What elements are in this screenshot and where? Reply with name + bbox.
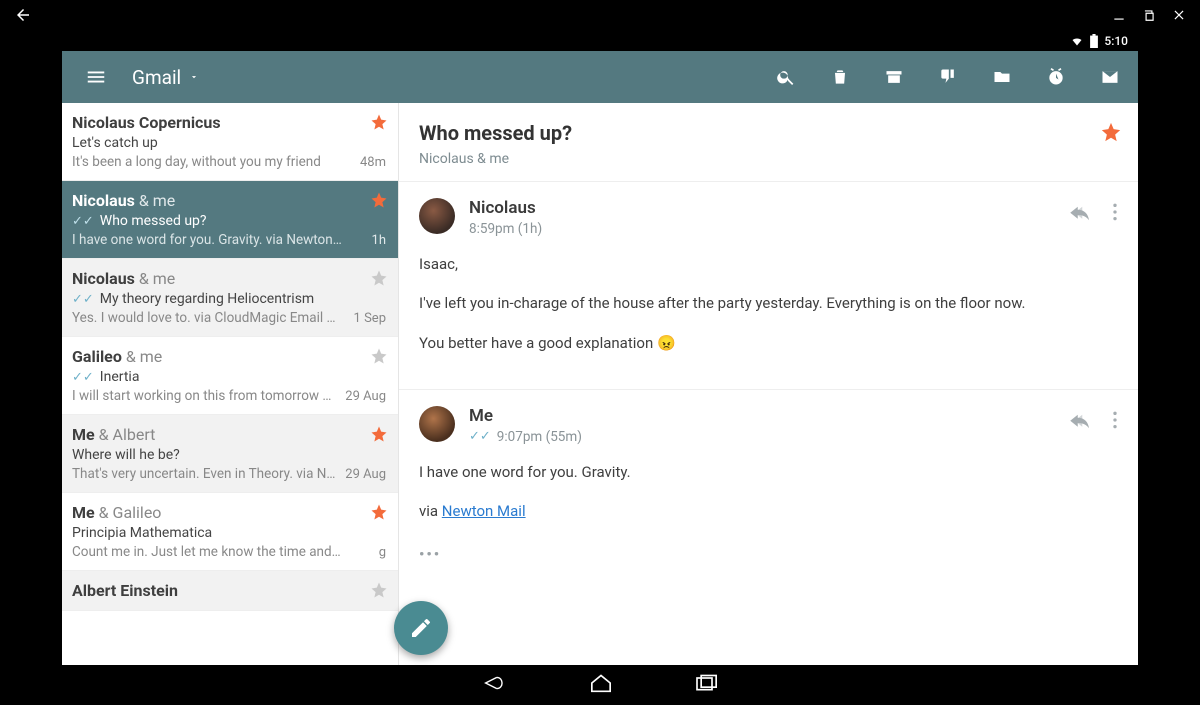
close-icon[interactable] [1172,8,1186,22]
thread-from: Nicolaus Copernicus [72,113,384,132]
account-dropdown[interactable]: Gmail [132,66,199,89]
thread-subject: Let's catch up [72,135,384,151]
star-icon[interactable] [370,503,388,525]
expand-quote-icon[interactable]: ••• [419,543,441,566]
message-line: I have one word for you. Gravity. [419,461,1118,484]
nav-recent-icon[interactable] [694,673,720,697]
android-status-bar: 5:10 [62,30,1138,51]
star-icon[interactable] [370,425,388,447]
nav-back-icon[interactable] [480,673,508,697]
thread-time: 1h [372,233,386,248]
snooze-icon[interactable] [1038,59,1074,95]
thread-from: Me & Albert [72,425,384,444]
thread-preview: Count me in. Just let me know the time a… [72,544,342,560]
avatar[interactable] [419,406,455,442]
message-from: Nicolaus [469,198,542,218]
thread-item[interactable]: Nicolaus Copernicus Let's catch up It's be… [62,103,398,181]
thread-subject: Principia Mathematica [72,525,384,541]
read-receipt-icon: ✓✓ [469,429,491,444]
app-surface: Gmail Nicolaus Copernicus Let's catch up I… [62,51,1138,665]
message: Me ✓✓9:07pm (55m) I have one word for you.… [399,389,1138,585]
star-icon[interactable] [370,581,388,603]
thread-time: g [379,545,386,560]
message-line: I've left you in-charage of the house af… [419,292,1118,315]
os-titlebar [0,0,1200,30]
overflow-icon[interactable] [1112,410,1118,434]
thread-from: Me & Galileo [72,503,384,522]
thread-time: 48m [360,155,386,170]
star-icon[interactable] [370,347,388,369]
action-bar: Gmail [62,51,1138,103]
read-receipt-icon: ✓✓ [72,214,94,229]
thread-subject: Where will he be? [72,447,384,463]
thread-from: Albert Einstein [72,581,384,600]
thread-item[interactable]: Nicolaus & me ✓✓My theory regarding Helio… [62,259,398,337]
account-label: Gmail [132,66,181,89]
thread-item[interactable]: Albert Einstein [62,571,398,611]
compose-fab[interactable] [394,601,448,655]
thread-subject: ✓✓Inertia [72,369,384,385]
message-meta: 8:59pm (1h) [469,221,542,237]
thread-list[interactable]: Nicolaus Copernicus Let's catch up It's be… [62,103,399,665]
reply-all-icon[interactable] [1068,411,1092,433]
delete-icon[interactable] [822,59,858,95]
wifi-icon [1070,35,1084,47]
message: Nicolaus 8:59pm (1h) Isaac, I've left you i… [399,182,1138,389]
thread-time: 29 Aug [345,389,386,404]
thread-subject: ✓✓My theory regarding Heliocentrism [72,291,384,307]
android-nav-bar [0,665,1200,705]
status-clock: 5:10 [1104,34,1128,48]
thread-item[interactable]: Me & Albert Where will he be? That's very … [62,415,398,493]
thread-from: Galileo & me [72,347,384,366]
thumb-down-icon[interactable] [930,59,966,95]
message-body: Isaac, I've left you in-charage of the ho… [419,253,1118,355]
battery-icon [1090,34,1098,48]
hamburger-icon[interactable] [78,59,114,95]
read-receipt-icon: ✓✓ [72,370,94,385]
search-icon[interactable] [768,59,804,95]
chevron-down-icon [189,72,199,82]
read-receipt-icon: ✓✓ [72,292,94,307]
thread-from: Nicolaus & me [72,191,384,210]
thread-preview: It's been a long day, without you my fri… [72,154,342,170]
thread-preview: Yes. I would love to. via CloudMagic Ema… [72,310,342,326]
avatar[interactable] [419,198,455,234]
nav-home-icon[interactable] [588,673,614,697]
thread-subject: ✓✓Who messed up? [72,213,384,229]
thread-preview: That's very uncertain. Even in Theory. v… [72,466,342,482]
conversation-star-icon[interactable] [1100,121,1122,147]
archive-icon[interactable] [876,59,912,95]
star-icon[interactable] [370,191,388,213]
restore-icon[interactable] [1142,8,1156,22]
star-icon[interactable] [370,113,388,135]
message-from: Me [469,406,582,426]
thread-from: Nicolaus & me [72,269,384,288]
back-icon[interactable] [14,6,32,24]
thread-time: 29 Aug [345,467,386,482]
minimize-icon[interactable] [1112,8,1126,22]
message-meta: ✓✓9:07pm (55m) [469,429,582,445]
mail-icon[interactable] [1092,59,1128,95]
thread-preview: I will start working on this from tomorr… [72,388,342,404]
conversation-subject: Who messed up? [419,121,1118,145]
message-line: You better have a good explanation 😠 [419,332,1118,355]
thread-item[interactable]: Me & Galileo Principia Mathematica Count m… [62,493,398,571]
overflow-icon[interactable] [1112,202,1118,226]
thread-item[interactable]: Galileo & me ✓✓Inertia I will start workin… [62,337,398,415]
message-line: Isaac, [419,253,1118,276]
conversation-header: Who messed up? Nicolaus & me [399,103,1138,182]
message-line: via Newton Mail [419,500,1118,523]
thread-item[interactable]: Nicolaus & me ✓✓Who messed up? I have one … [62,181,398,259]
folder-icon[interactable] [984,59,1020,95]
via-link[interactable]: Newton Mail [442,502,526,520]
conversation-pane: Who messed up? Nicolaus & me Nicolaus 8:5… [399,103,1138,665]
thread-preview: I have one word for you. Gravity. via Ne… [72,232,342,248]
reply-all-icon[interactable] [1068,203,1092,225]
thread-time: 1 Sep [354,311,386,326]
message-body: I have one word for you. Gravity. via New… [419,461,1118,567]
conversation-participants: Nicolaus & me [419,151,1118,167]
star-icon[interactable] [370,269,388,291]
